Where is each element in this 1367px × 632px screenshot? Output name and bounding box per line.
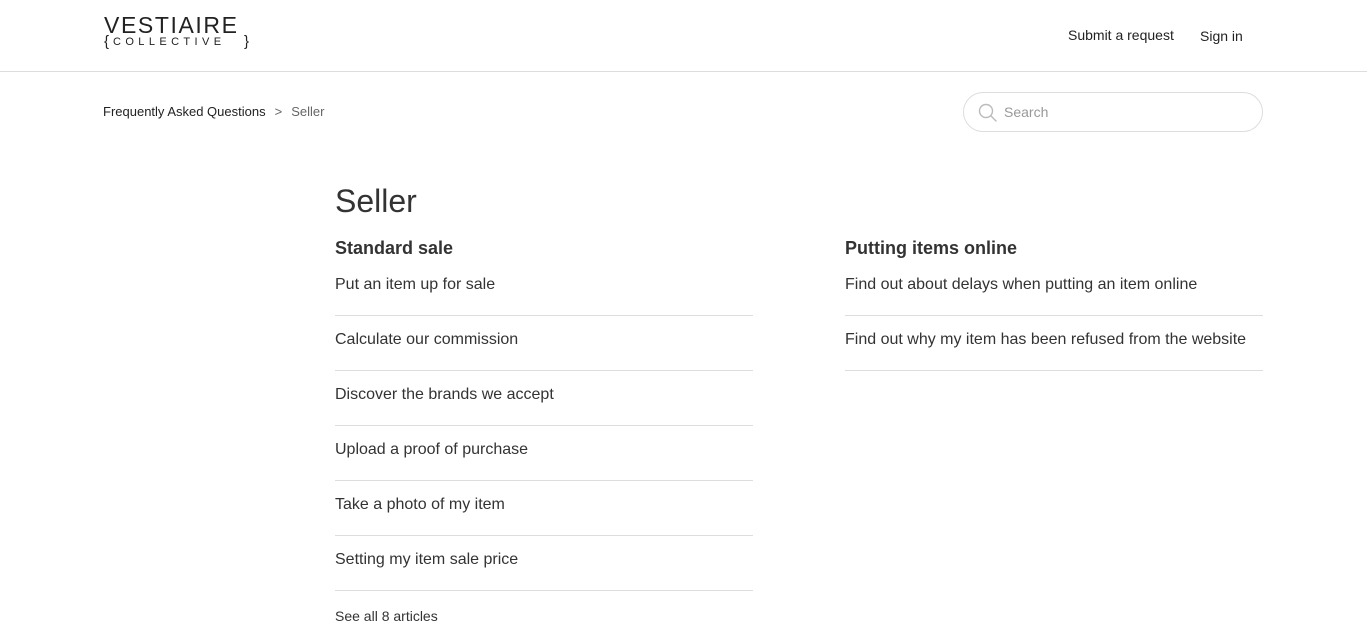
article-link[interactable]: Upload a proof of purchase bbox=[335, 426, 753, 481]
article-link[interactable]: Take a photo of my item bbox=[335, 481, 753, 536]
breadcrumb: Frequently Asked Questions > Seller bbox=[103, 104, 324, 120]
section-title: Standard sale bbox=[335, 238, 454, 258]
see-all-articles-link[interactable]: See all 8 articles bbox=[335, 608, 753, 625]
search-input[interactable] bbox=[1004, 101, 1244, 123]
article-link[interactable]: Find out why my item has been refused fr… bbox=[845, 316, 1263, 371]
breadcrumb-separator: > bbox=[274, 104, 283, 119]
submit-request-link[interactable]: Submit a request bbox=[1068, 26, 1174, 44]
search-icon bbox=[978, 103, 997, 122]
section-standard-sale: Standard sale Put an item up for sale Ca… bbox=[335, 236, 753, 625]
sign-in-link[interactable]: Sign in bbox=[1200, 27, 1243, 45]
search-box bbox=[963, 92, 1263, 132]
logo-bracket-right: } bbox=[244, 33, 250, 50]
breadcrumb-current: Seller bbox=[291, 104, 325, 119]
page-title: Seller bbox=[335, 183, 417, 219]
article-link[interactable]: Find out about delays when putting an it… bbox=[845, 266, 1263, 316]
vestiaire-collective-logo[interactable]: VESTIAIRE { COLLECTIVE } bbox=[104, 14, 254, 52]
article-link[interactable]: Put an item up for sale bbox=[335, 266, 753, 316]
logo-wordmark-top: VESTIAIRE bbox=[104, 12, 239, 38]
article-link[interactable]: Setting my item sale price bbox=[335, 536, 753, 591]
logo-bracket-left: { bbox=[104, 33, 110, 50]
site-header: VESTIAIRE { COLLECTIVE } Submit a reques… bbox=[0, 0, 1367, 72]
article-link[interactable]: Discover the brands we accept bbox=[335, 371, 753, 426]
section-putting-items-online: Putting items online Find out about dela… bbox=[845, 236, 1263, 371]
logo-wordmark-bottom: COLLECTIVE bbox=[113, 36, 226, 48]
section-title: Putting items online bbox=[845, 238, 1018, 258]
breadcrumb-home-link[interactable]: Frequently Asked Questions bbox=[103, 104, 266, 120]
article-link[interactable]: Calculate our commission bbox=[335, 316, 753, 371]
